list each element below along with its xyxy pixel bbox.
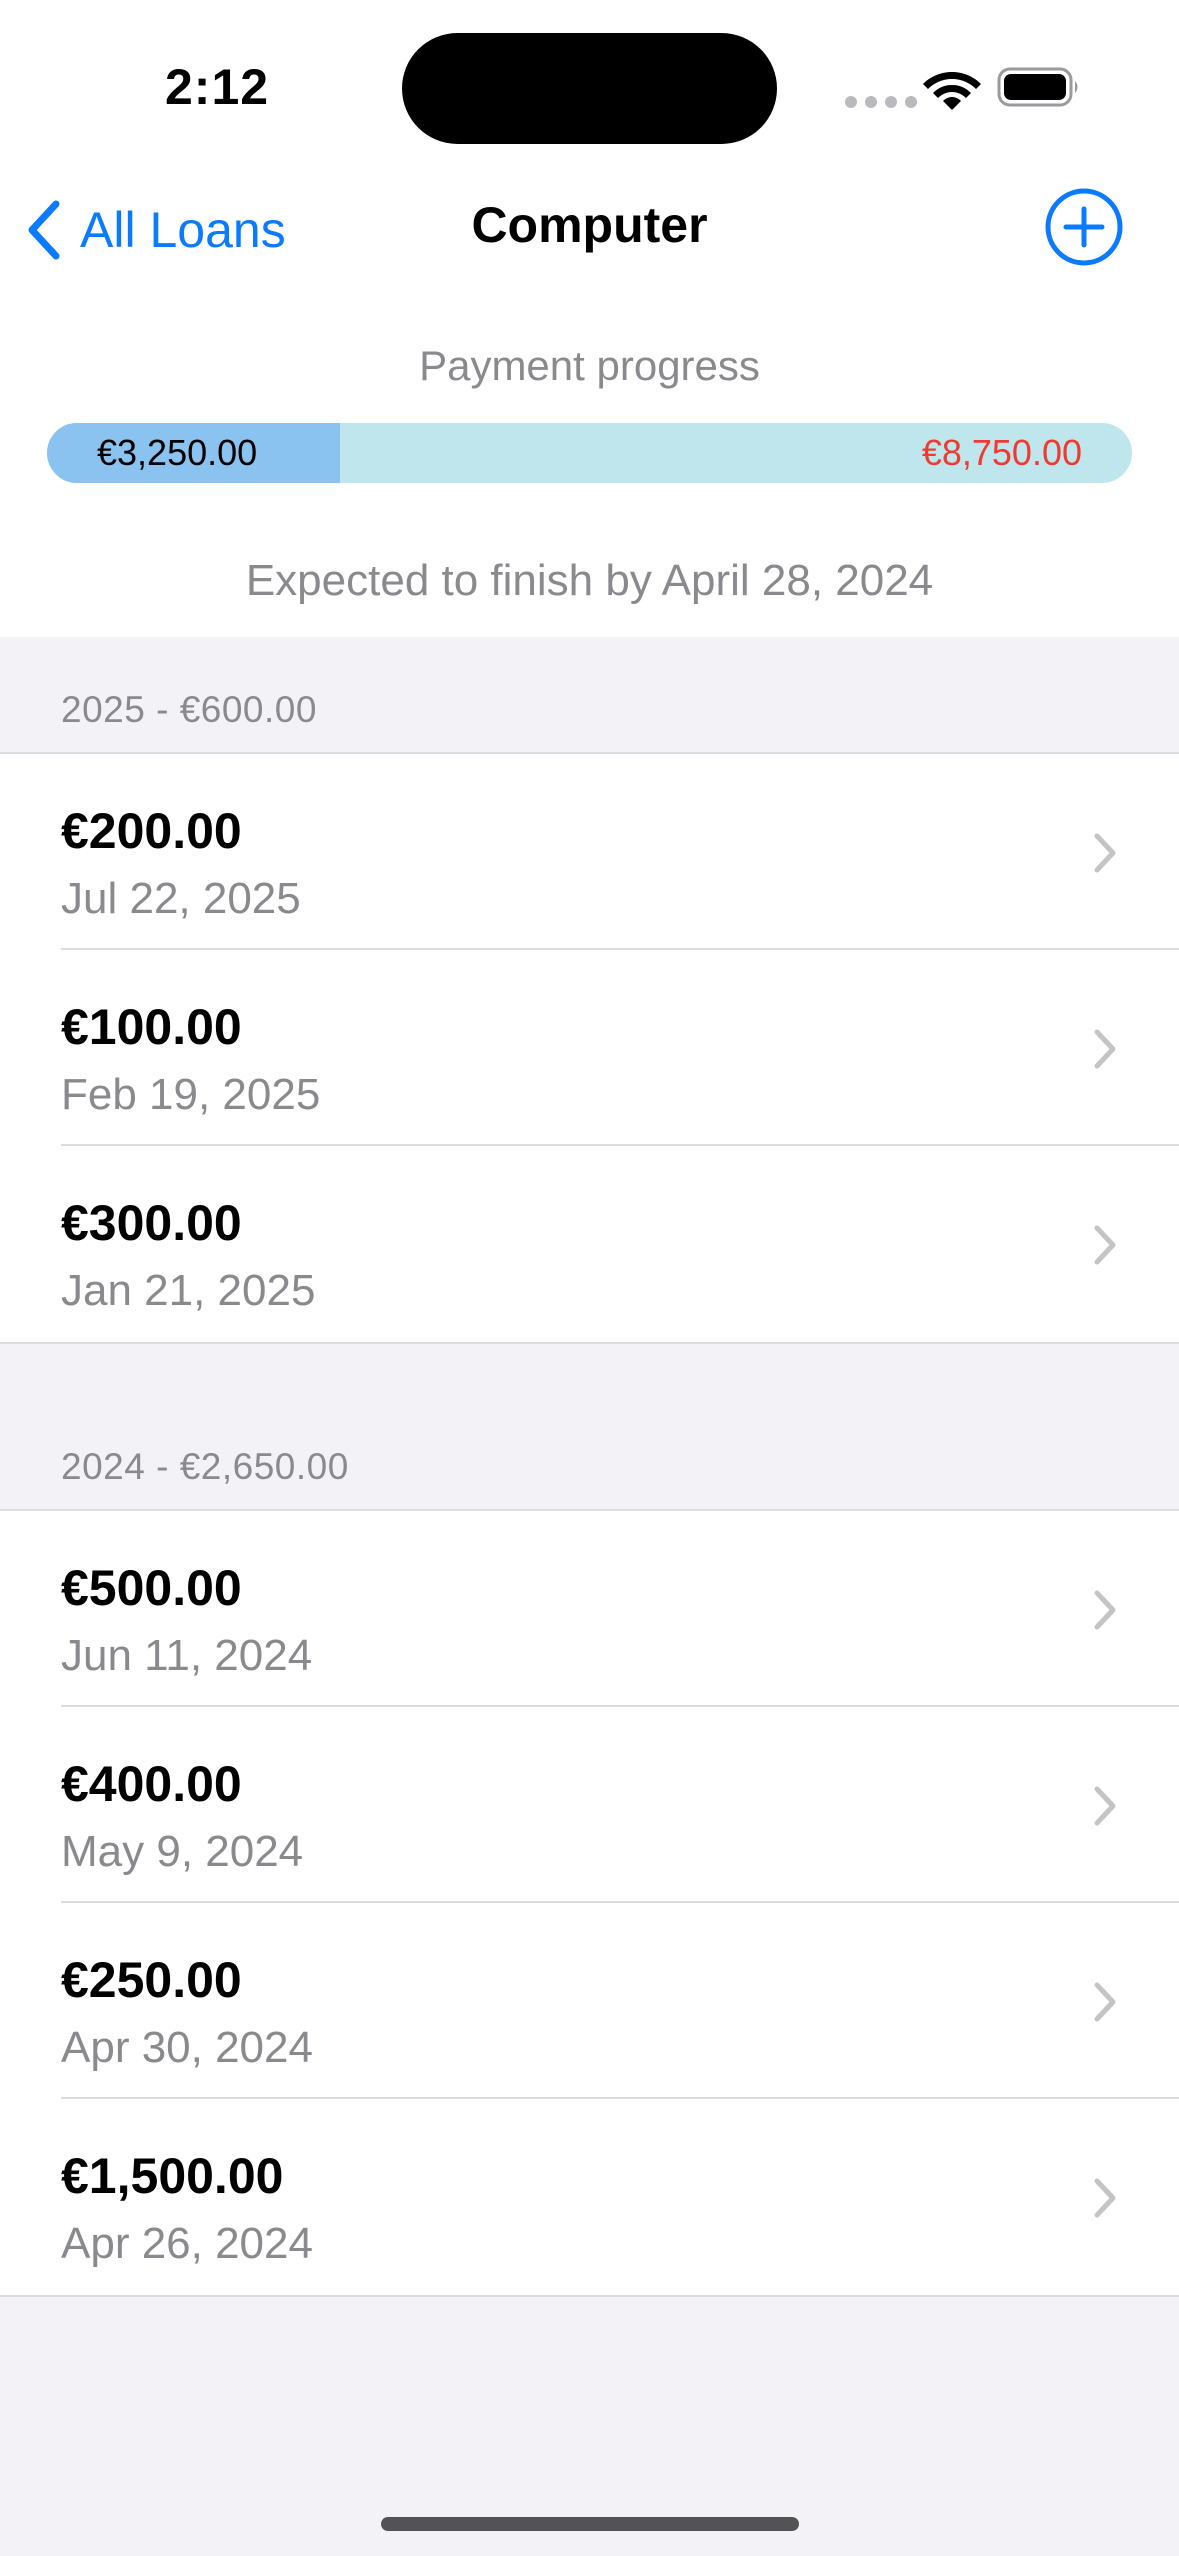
payment-amount: €300.00	[61, 1195, 242, 1251]
payment-date: Jun 11, 2024	[61, 1631, 313, 1680]
payment-amount: €500.00	[61, 1560, 242, 1616]
payment-amount: €400.00	[61, 1756, 242, 1812]
chevron-right-icon	[1094, 1786, 1116, 1826]
chevron-right-icon	[1094, 1029, 1116, 1069]
cellular-signal-icon	[845, 96, 917, 108]
progress-label: Payment progress	[419, 342, 760, 389]
status-time: 2:12	[165, 59, 270, 115]
payment-row[interactable]: €100.00 Feb 19, 2025	[0, 950, 1179, 1146]
paid-amount: €3,250.00	[97, 432, 258, 473]
payment-amount: €200.00	[61, 803, 242, 859]
battery-icon	[997, 67, 1078, 107]
home-indicator	[381, 2517, 799, 2531]
wifi-icon	[923, 72, 981, 110]
payment-row[interactable]: €500.00 Jun 11, 2024	[0, 1511, 1179, 1707]
payment-progress-bar: €3,250.00 €8,750.00	[47, 423, 1132, 483]
payment-date: Jul 22, 2025	[61, 874, 301, 923]
payments-group-2025: €200.00 Jul 22, 2025 €100.00 Feb 19, 202…	[0, 752, 1179, 1344]
payment-amount: €250.00	[61, 1952, 242, 2008]
payment-date: Feb 19, 2025	[61, 1070, 321, 1119]
expected-finish-text: Expected to finish by April 28, 2024	[245, 556, 934, 605]
page-title: Computer	[471, 197, 708, 253]
payment-row[interactable]: €300.00 Jan 21, 2025	[0, 1146, 1179, 1342]
payment-date: Apr 30, 2024	[61, 2023, 313, 2072]
section-header-2025: 2025 - €600.00	[61, 689, 317, 730]
dynamic-island	[402, 33, 777, 144]
payments-group-2024: €500.00 Jun 11, 2024 €400.00 May 9, 2024…	[0, 1509, 1179, 2297]
payment-date: Apr 26, 2024	[61, 2219, 313, 2268]
payment-amount: €1,500.00	[61, 2148, 284, 2204]
chevron-right-icon	[1094, 2178, 1116, 2218]
payment-row[interactable]: €200.00 Jul 22, 2025	[0, 754, 1179, 950]
payment-amount: €100.00	[61, 999, 242, 1055]
payment-row[interactable]: €400.00 May 9, 2024	[0, 1707, 1179, 1903]
payment-date: May 9, 2024	[61, 1827, 304, 1876]
payment-row[interactable]: €250.00 Apr 30, 2024	[0, 1903, 1179, 2099]
add-payment-button[interactable]	[1044, 187, 1124, 267]
chevron-right-icon	[1094, 1225, 1116, 1265]
chevron-right-icon	[1094, 1982, 1116, 2022]
section-header-2024: 2024 - €2,650.00	[61, 1446, 349, 1487]
payment-date: Jan 21, 2025	[61, 1266, 316, 1315]
chevron-right-icon	[1094, 1590, 1116, 1630]
payment-row[interactable]: €1,500.00 Apr 26, 2024	[0, 2099, 1179, 2295]
remaining-amount: €8,750.00	[921, 432, 1082, 473]
chevron-right-icon	[1094, 833, 1116, 873]
